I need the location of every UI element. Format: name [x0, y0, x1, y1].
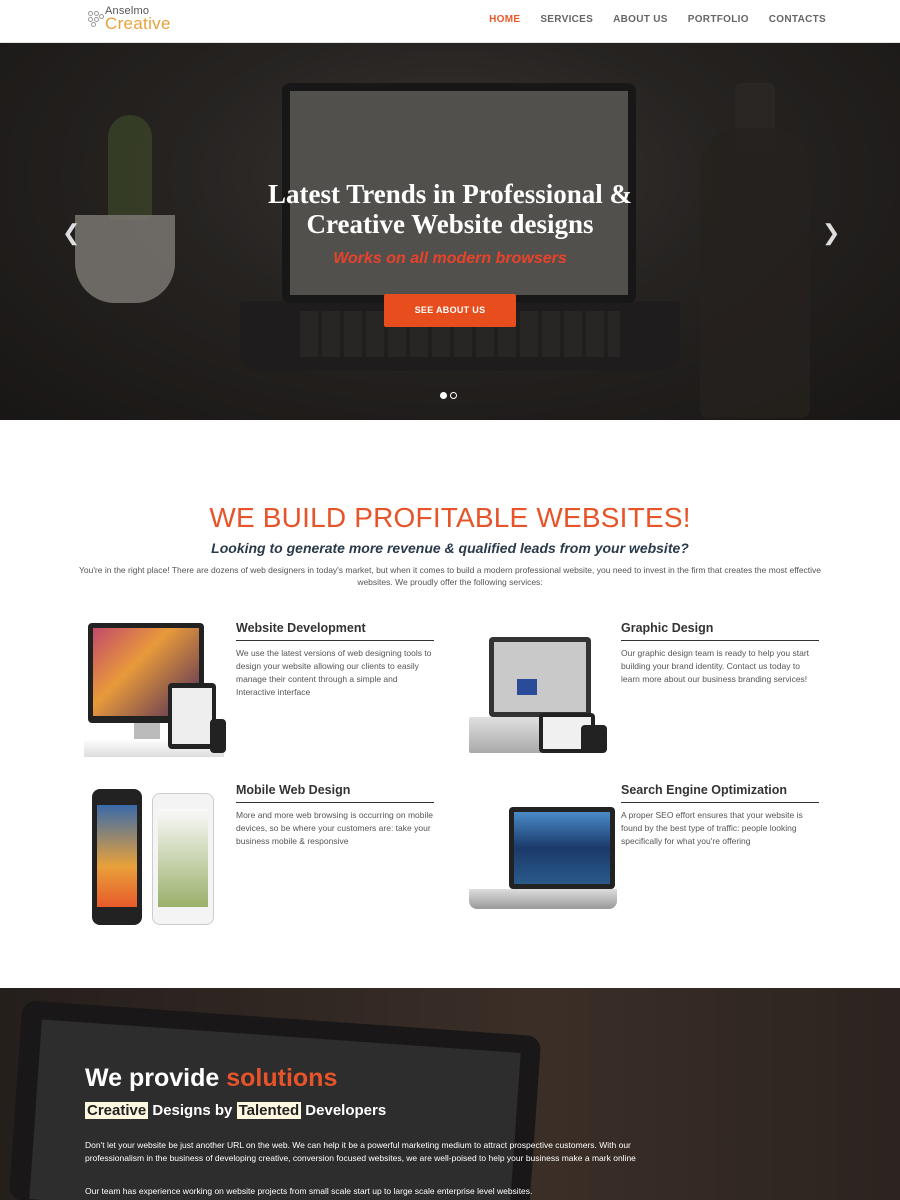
- service-title: Graphic Design: [621, 621, 819, 641]
- site-header: Anselmo Creative HOME SERVICES ABOUT US …: [0, 0, 900, 43]
- see-about-us-button[interactable]: SEE ABOUT US: [384, 294, 516, 327]
- service-text: We use the latest versions of web design…: [236, 648, 432, 697]
- service-website-development: Website Development We use the latest ve…: [84, 621, 474, 771]
- nav-services[interactable]: SERVICES: [540, 14, 593, 25]
- website-development-image: [84, 621, 234, 761]
- services-subtitle: Looking to generate more revenue & quali…: [211, 540, 689, 556]
- service-text: More and more web browsing is occurring …: [236, 810, 434, 846]
- nav-portfolio[interactable]: PORTFOLIO: [688, 14, 749, 25]
- solutions-title: We provide solutions: [85, 1064, 338, 1092]
- service-graphic-design: Graphic Design Our graphic design team i…: [469, 621, 859, 771]
- solutions-section: We provide solutions Creative Designs by…: [0, 988, 900, 1200]
- nav-about-us[interactable]: ABOUT US: [613, 14, 668, 25]
- seo-image: [469, 783, 619, 923]
- main-nav: HOME SERVICES ABOUT US PORTFOLIO CONTACT…: [469, 14, 826, 25]
- hero-slider: ❮ ❯ Latest Trends in Professional & Crea…: [0, 43, 900, 420]
- hero-title: Latest Trends in Professional & Creative…: [267, 179, 633, 239]
- mobile-web-design-image: [84, 783, 234, 925]
- slider-dots: [440, 392, 457, 399]
- solutions-paragraph-2: Our team has experience working on websi…: [85, 1186, 533, 1196]
- nav-home[interactable]: HOME: [489, 14, 520, 25]
- service-title: Website Development: [236, 621, 434, 641]
- service-title: Search Engine Optimization: [621, 783, 819, 803]
- solutions-paragraph-1: Don't let your website be just another U…: [85, 1140, 636, 1163]
- services-intro: You're in the right place! There are doz…: [78, 565, 822, 587]
- site-logo[interactable]: Anselmo Creative: [88, 5, 198, 37]
- graphic-design-image: [469, 621, 619, 761]
- hero-subtitle: Works on all modern browsers: [333, 250, 567, 267]
- solutions-subtitle: Creative Designs by Talented Developers: [85, 1102, 387, 1119]
- services-title: WE BUILD PROFITABLE WEBSITES!: [209, 502, 691, 533]
- nav-contacts[interactable]: CONTACTS: [769, 14, 826, 25]
- logo-main-text: Creative: [105, 14, 171, 33]
- service-text: A proper SEO effort ensures that your we…: [621, 810, 803, 846]
- service-seo: Search Engine Optimization A proper SEO …: [469, 783, 859, 933]
- slider-dot-1[interactable]: [440, 392, 447, 399]
- logo-mark-icon: [88, 11, 104, 27]
- service-text: Our graphic design team is ready to help…: [621, 648, 810, 684]
- service-title: Mobile Web Design: [236, 783, 434, 803]
- slider-dot-2[interactable]: [450, 392, 457, 399]
- service-mobile-web-design: Mobile Web Design More and more web brow…: [84, 783, 474, 933]
